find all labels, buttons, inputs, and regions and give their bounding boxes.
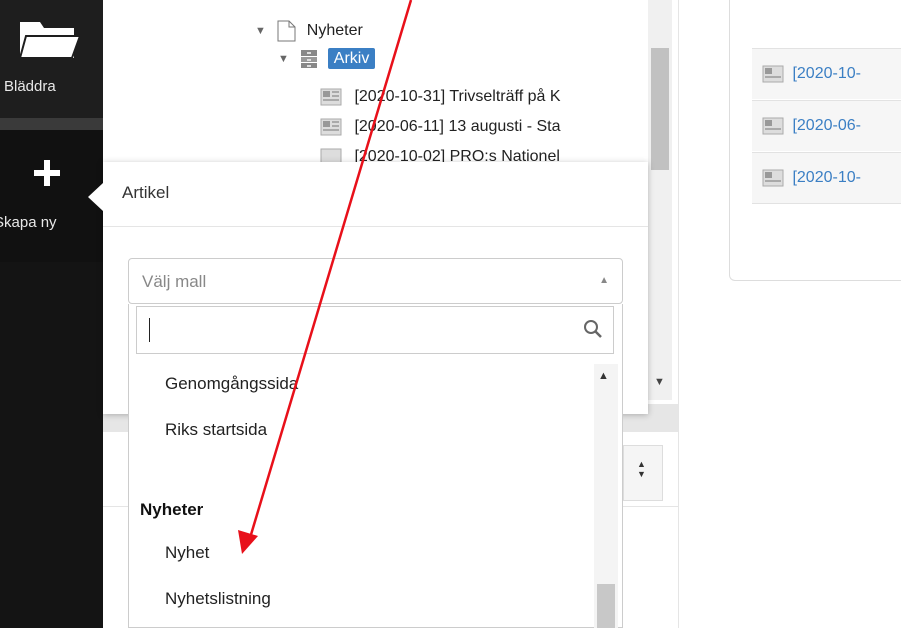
annotation-arrow: [238, 0, 413, 554]
arrow-shaft: [248, 0, 413, 539]
arrow-head-icon: [238, 530, 258, 554]
